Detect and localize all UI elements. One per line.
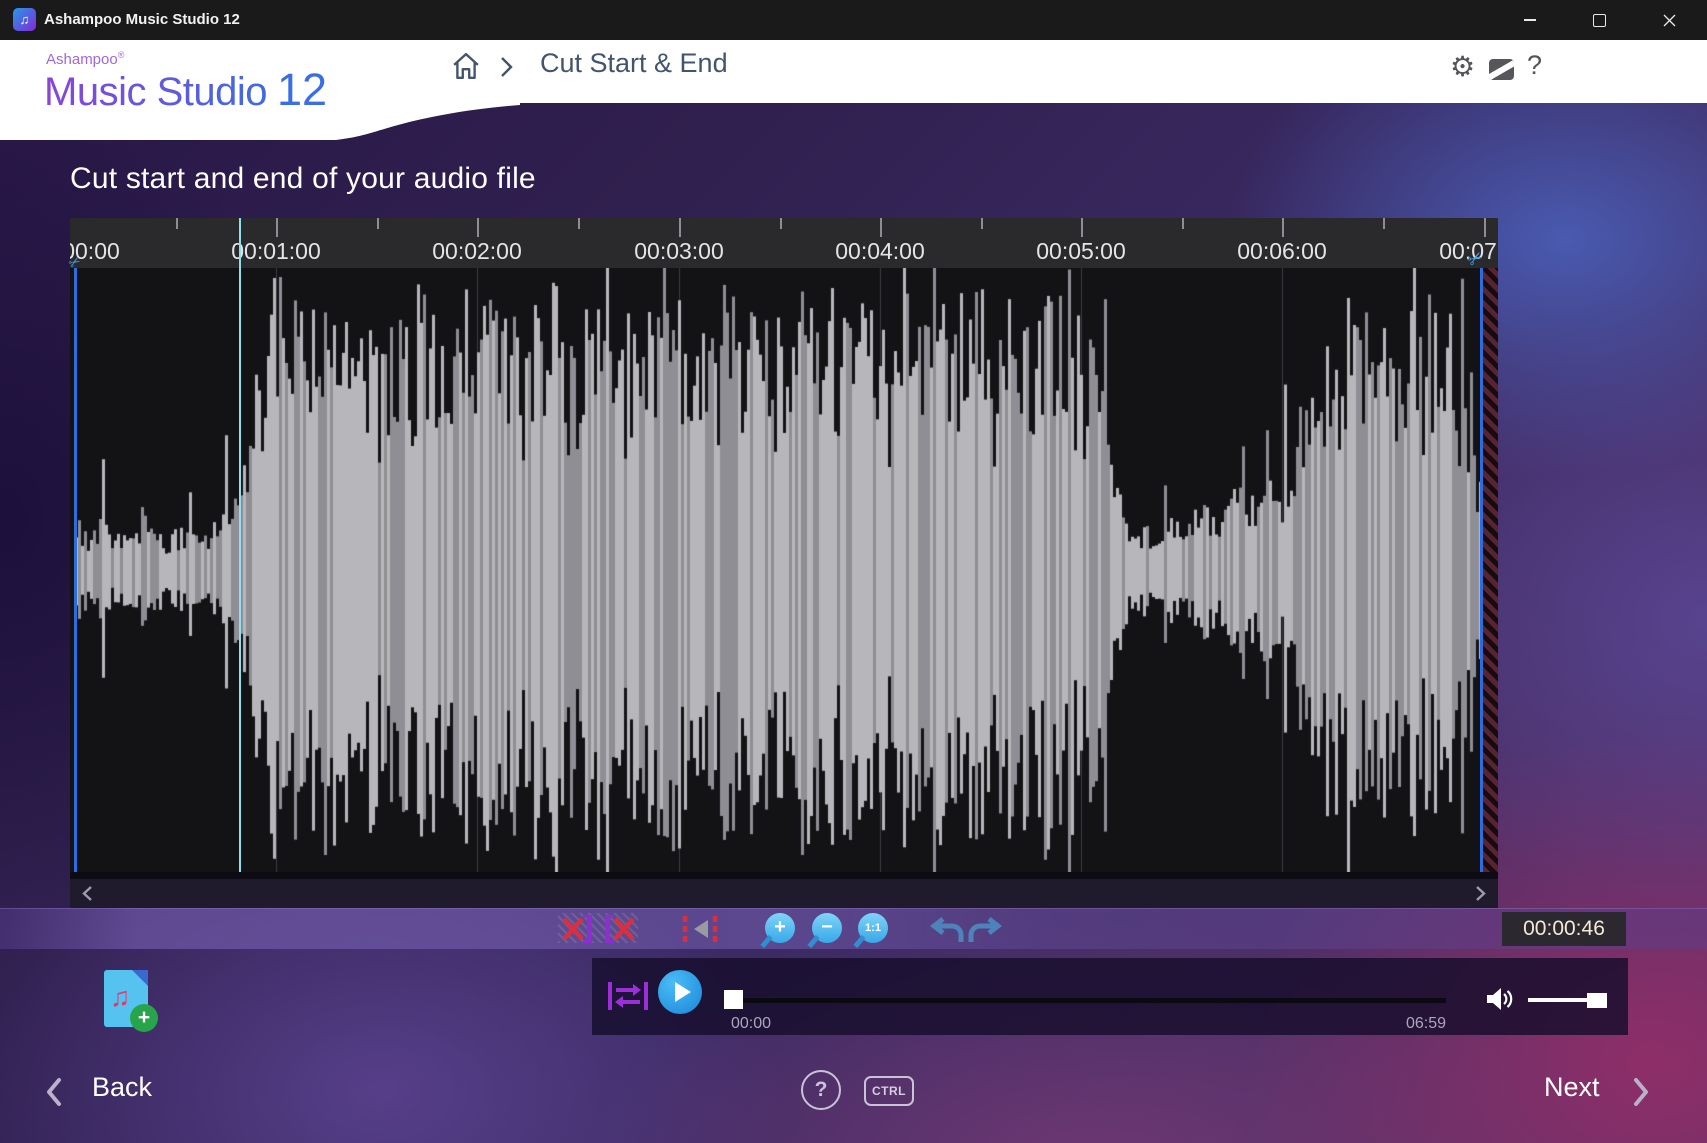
file-fold <box>132 970 148 986</box>
scroll-left-icon[interactable] <box>82 885 93 902</box>
app-window: ♫ Ashampoo Music Studio 12 Ashampoo® Mus… <box>0 0 1707 1143</box>
ruler-tick <box>880 218 882 237</box>
ruler-halftick <box>377 218 379 229</box>
cut-after-button[interactable] <box>601 914 637 944</box>
ruler-halftick <box>1383 218 1385 229</box>
breadcrumb: Cut Start & End <box>540 48 728 79</box>
ruler-label: 00:02:00 <box>432 238 522 265</box>
back-button[interactable]: Back <box>92 1072 152 1103</box>
window-title: Ashampoo Music Studio 12 <box>44 0 240 40</box>
minimize-button[interactable] <box>1507 0 1553 40</box>
zoom-one-to-one-icon: 1:1 <box>858 913 888 943</box>
feedback-icon[interactable] <box>1489 59 1514 80</box>
breadcrumb-chevron-icon <box>500 56 514 78</box>
title-bar: ♫ Ashampoo Music Studio 12 <box>0 0 1707 40</box>
player-bar: 00:00 06:59 <box>592 958 1628 1035</box>
selection-start-line[interactable] <box>74 268 77 872</box>
cursor-time-display: 00:00:46 <box>1502 912 1626 946</box>
logo-version: 12 <box>277 64 327 115</box>
music-note-icon: ♫ <box>110 982 130 1013</box>
redo-button[interactable] <box>968 917 1002 944</box>
zoom-one-to-one-button[interactable]: 1:1 <box>858 913 888 943</box>
loop-button[interactable] <box>606 974 650 1018</box>
ruler-halftick <box>780 218 782 229</box>
playhead[interactable] <box>239 218 241 879</box>
ruler-halftick <box>1182 218 1184 229</box>
ruler-tick <box>1282 218 1284 237</box>
minimize-icon <box>1524 19 1536 21</box>
home-icon[interactable] <box>452 52 480 80</box>
maximize-icon <box>1593 14 1606 27</box>
progress-thumb[interactable] <box>724 990 743 1009</box>
close-button[interactable] <box>1646 0 1692 40</box>
add-plus-icon: + <box>130 1004 158 1032</box>
help-circle-icon[interactable]: ? <box>801 1070 841 1110</box>
play-icon <box>674 981 692 1003</box>
zoom-in-icon: + <box>765 913 795 941</box>
ruler-label: 00:05:00 <box>1036 238 1126 265</box>
cut-before-button[interactable] <box>560 914 596 944</box>
scroll-right-icon[interactable] <box>1475 885 1486 902</box>
zoom-out-button[interactable]: − <box>812 913 842 943</box>
ruler-label: 00:03:00 <box>634 238 724 265</box>
volume-icon[interactable] <box>1485 986 1515 1012</box>
ruler-label: 00:01:00 <box>231 238 321 265</box>
progress-track[interactable] <box>733 998 1446 1003</box>
ruler-label: 00:06:00 <box>1237 238 1327 265</box>
current-time-label: 00:00 <box>731 1015 771 1033</box>
time-ruler: 00:0000:01:0000:02:0000:03:0000:04:0000:… <box>70 218 1498 268</box>
waveform-bottom-strip <box>70 872 1498 879</box>
close-icon <box>1663 14 1676 27</box>
undo-button[interactable] <box>930 917 964 944</box>
waveform-panel: 00:0000:01:0000:02:0000:03:0000:04:0000:… <box>70 218 1498 872</box>
maximize-button[interactable] <box>1576 0 1622 40</box>
settings-gear-icon[interactable]: ⚙ <box>1450 50 1475 83</box>
play-button[interactable] <box>658 970 702 1014</box>
zoom-out-icon: − <box>812 913 842 941</box>
app-icon: ♫ <box>13 8 36 31</box>
ruler-halftick <box>578 218 580 229</box>
volume-thumb[interactable] <box>1587 993 1607 1008</box>
logo: Music Studio12 <box>44 64 327 116</box>
back-chevron-icon[interactable] <box>45 1077 63 1107</box>
zoom-in-button[interactable]: + <box>765 913 795 943</box>
feedback-icon-stripe <box>1489 59 1514 80</box>
ruler-tick <box>1081 218 1083 237</box>
total-time-label: 06:59 <box>1376 1015 1446 1033</box>
page-title: Cut start and end of your audio file <box>70 162 536 196</box>
next-button[interactable]: Next <box>1544 1072 1600 1103</box>
jump-to-marker-button[interactable] <box>680 915 722 943</box>
ruler-tick <box>679 218 681 237</box>
waveform-canvas[interactable] <box>70 268 1498 872</box>
ruler-label: 00:04:00 <box>835 238 925 265</box>
add-audio-file-button[interactable]: ♫ + <box>98 968 160 1034</box>
next-chevron-icon[interactable] <box>1632 1077 1650 1107</box>
ruler-tick <box>276 218 278 237</box>
logo-product: Music Studio <box>44 70 267 114</box>
out-of-range-hatch <box>1483 268 1498 872</box>
ruler-tick <box>1484 218 1486 237</box>
ctrl-key-icon: CTRL <box>864 1076 914 1106</box>
waveform-scrollbar[interactable] <box>70 879 1498 908</box>
header-help-icon[interactable]: ? <box>1527 50 1542 81</box>
ruler-halftick <box>981 218 983 229</box>
ruler-tick <box>477 218 479 237</box>
ruler-halftick <box>176 218 178 229</box>
